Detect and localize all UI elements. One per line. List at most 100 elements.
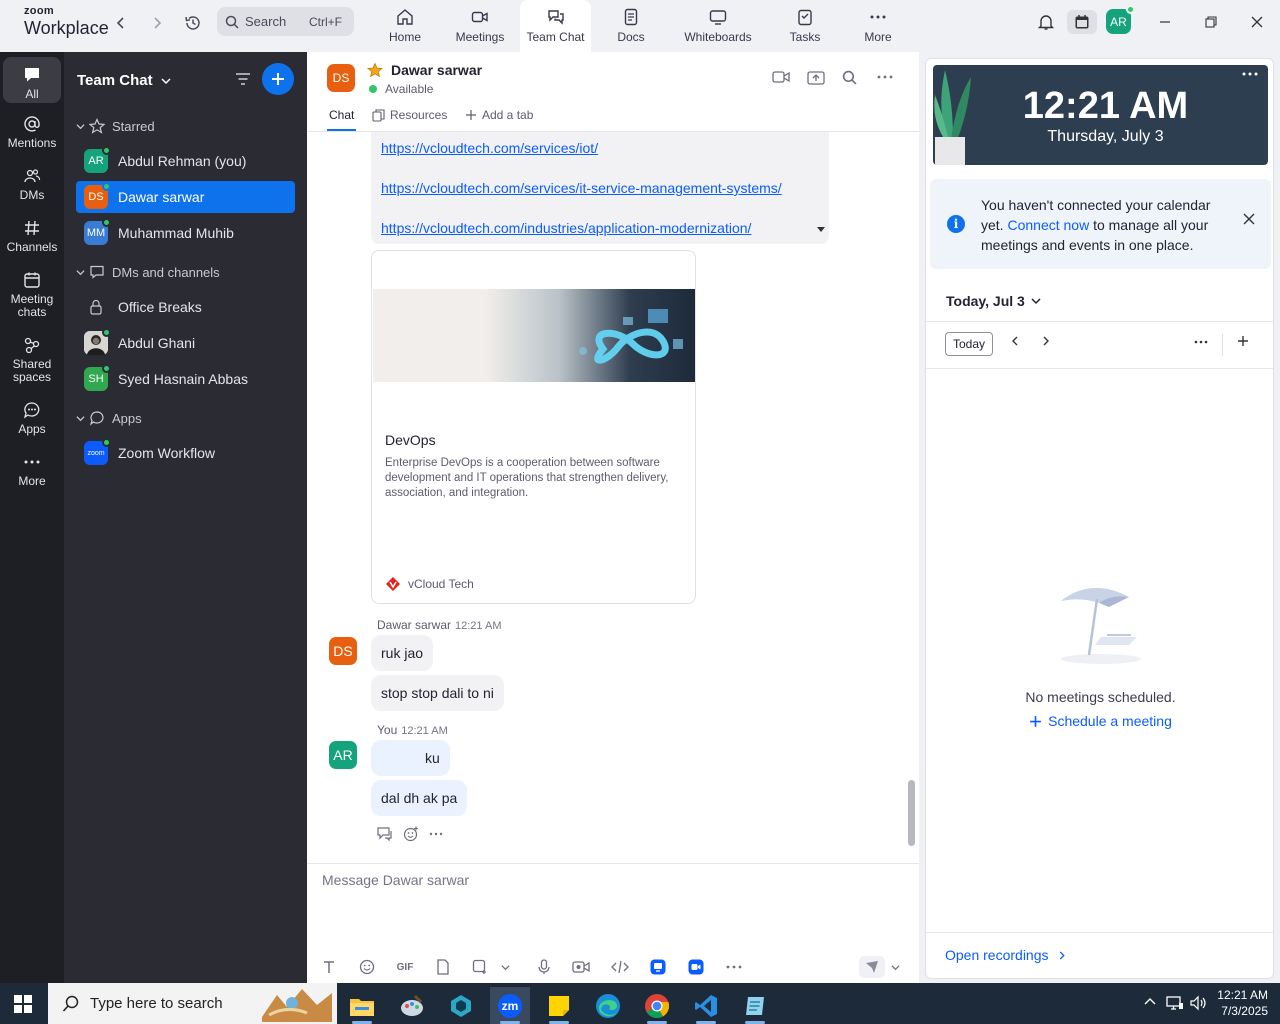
send-icon[interactable] xyxy=(859,956,885,978)
code-snippet-icon[interactable] xyxy=(609,956,631,978)
sender-name[interactable]: Dawar sarwar xyxy=(377,618,451,632)
contact-name-header[interactable]: Dawar sarwar xyxy=(391,62,482,78)
reply-thread-icon[interactable] xyxy=(377,827,393,841)
notepad-app-icon[interactable] xyxy=(735,987,775,1024)
contact-row[interactable]: AR Abdul Rehman (you) xyxy=(76,145,295,177)
network-icon[interactable] xyxy=(1166,995,1184,1011)
schedule-meeting-link[interactable]: Schedule a meeting xyxy=(926,713,1273,729)
minimize-icon[interactable] xyxy=(1150,10,1180,34)
message-bubble[interactable]: ruk jao xyxy=(371,635,434,671)
contact-row[interactable]: MM Muhammad Muhib xyxy=(76,217,295,249)
text-format-icon[interactable] xyxy=(318,956,340,978)
rail-mentions[interactable]: Mentions xyxy=(3,115,61,150)
history-icon[interactable] xyxy=(182,12,204,34)
tab-team-chat[interactable]: Team Chat xyxy=(520,0,591,52)
filter-icon[interactable] xyxy=(234,70,252,88)
tab-tasks[interactable]: Tasks xyxy=(782,0,828,52)
rail-meeting-chats[interactable]: Meeting chats xyxy=(3,271,61,319)
more-dots-icon[interactable] xyxy=(1194,340,1208,344)
search-box[interactable]: Search Ctrl+F xyxy=(217,7,354,36)
video-call-icon[interactable] xyxy=(772,70,790,84)
message-bubble[interactable]: dal dh ak pa xyxy=(371,780,468,816)
back-arrow-icon[interactable] xyxy=(110,12,132,34)
avatar[interactable]: DS xyxy=(329,637,357,665)
message-link[interactable]: https://vcloudtech.com/services/iot/ xyxy=(381,140,598,156)
chevron-down-icon[interactable] xyxy=(494,956,516,978)
today-button[interactable]: Today xyxy=(945,332,993,356)
chevron-right-icon[interactable] xyxy=(1041,336,1051,346)
emoji-icon[interactable] xyxy=(356,956,378,978)
share-screen-icon[interactable] xyxy=(807,70,825,86)
message-bubble[interactable]: ku xyxy=(371,740,450,776)
dev-tool-app-icon[interactable] xyxy=(441,987,481,1024)
plus-icon[interactable] xyxy=(1237,335,1249,347)
rail-apps[interactable]: Apps xyxy=(3,401,61,436)
contact-row[interactable]: SH Syed Hasnain Abbas xyxy=(76,363,295,395)
vscode-icon[interactable] xyxy=(686,987,726,1024)
chat-scrollbar[interactable] xyxy=(908,780,915,846)
section-dms-channels[interactable]: DMs and channels xyxy=(76,264,220,280)
close-window-icon[interactable] xyxy=(1242,10,1272,34)
tab-home[interactable]: Home xyxy=(380,0,430,52)
chevron-left-icon[interactable] xyxy=(1010,336,1020,346)
team-chat-menu[interactable]: Team Chat xyxy=(77,72,171,89)
taskbar-search-box[interactable]: Type here to search xyxy=(48,983,337,1024)
message-link[interactable]: https://vcloudtech.com/services/it-servi… xyxy=(381,180,782,196)
restore-icon[interactable] xyxy=(1196,10,1226,34)
tab-more[interactable]: More xyxy=(856,0,900,52)
close-icon[interactable] xyxy=(1243,213,1255,225)
sticky-notes-icon[interactable] xyxy=(539,987,579,1024)
microphone-icon[interactable] xyxy=(533,956,555,978)
gif-button[interactable]: GIF xyxy=(394,956,416,978)
expand-caret-icon[interactable] xyxy=(817,227,825,233)
more-dots-icon[interactable] xyxy=(877,72,893,82)
chevron-down-icon[interactable] xyxy=(884,956,906,978)
show-hidden-icons-chevron-icon[interactable] xyxy=(1143,995,1157,1009)
section-apps[interactable]: Apps xyxy=(76,410,142,426)
file-icon[interactable] xyxy=(432,956,454,978)
video-message-icon[interactable] xyxy=(570,956,592,978)
open-recordings-link[interactable]: Open recordings xyxy=(945,947,1066,963)
tab-resources[interactable]: Resources xyxy=(372,108,447,122)
whiteboard-app-icon[interactable] xyxy=(647,956,669,978)
notifications-bell-icon[interactable] xyxy=(1031,10,1061,34)
tab-chat[interactable]: Chat xyxy=(327,108,357,131)
message-bubble[interactable]: stop stop dali to ni xyxy=(371,675,504,711)
paint-app-icon[interactable] xyxy=(392,987,432,1024)
calendar-panel-icon[interactable] xyxy=(1067,10,1097,34)
zoom-app-icon[interactable] xyxy=(685,956,707,978)
contact-row-selected[interactable]: DS Dawar sarwar xyxy=(76,181,295,213)
more-dots-icon[interactable] xyxy=(429,831,443,837)
taskbar-clock[interactable]: 12:21 AM 7/3/2025 xyxy=(1217,987,1268,1019)
contact-avatar[interactable]: DS xyxy=(327,64,355,92)
date-selector[interactable]: Today, Jul 3 xyxy=(946,293,1041,309)
tab-docs[interactable]: Docs xyxy=(606,0,656,52)
star-filled-icon[interactable] xyxy=(367,62,383,78)
tab-meetings[interactable]: Meetings xyxy=(450,0,510,52)
rail-all[interactable]: All xyxy=(3,57,61,103)
link-preview-card[interactable]: DevOps Enterprise DevOps is a cooperatio… xyxy=(371,250,696,604)
edge-browser-icon[interactable] xyxy=(588,987,628,1024)
rail-channels[interactable]: Channels xyxy=(3,219,61,254)
message-link[interactable]: https://vcloudtech.com/industries/applic… xyxy=(381,220,751,236)
new-chat-button[interactable] xyxy=(262,63,294,95)
rail-shared-spaces[interactable]: Shared spaces xyxy=(3,336,61,384)
contact-row[interactable]: Abdul Ghani xyxy=(76,327,295,359)
more-dots-icon[interactable] xyxy=(723,956,745,978)
section-starred[interactable]: Starred xyxy=(76,118,155,134)
file-explorer-icon[interactable] xyxy=(342,987,382,1024)
app-row[interactable]: zoom Zoom Workflow xyxy=(76,437,295,469)
forward-arrow-icon[interactable] xyxy=(146,12,168,34)
user-avatar[interactable]: AR xyxy=(1106,5,1135,34)
avatar[interactable]: AR xyxy=(329,741,357,769)
add-tab-button[interactable]: Add a tab xyxy=(465,108,533,122)
windows-start-icon[interactable] xyxy=(14,995,32,1013)
tab-whiteboards[interactable]: Whiteboards xyxy=(678,0,758,52)
search-icon[interactable] xyxy=(842,70,857,85)
zoom-taskbar-icon[interactable]: zm xyxy=(490,987,530,1024)
screenshot-icon[interactable] xyxy=(469,956,491,978)
message-input[interactable] xyxy=(322,872,902,888)
channel-row[interactable]: Office Breaks xyxy=(76,291,295,323)
more-dots-icon[interactable] xyxy=(1242,71,1258,77)
chrome-browser-icon[interactable] xyxy=(637,987,677,1024)
